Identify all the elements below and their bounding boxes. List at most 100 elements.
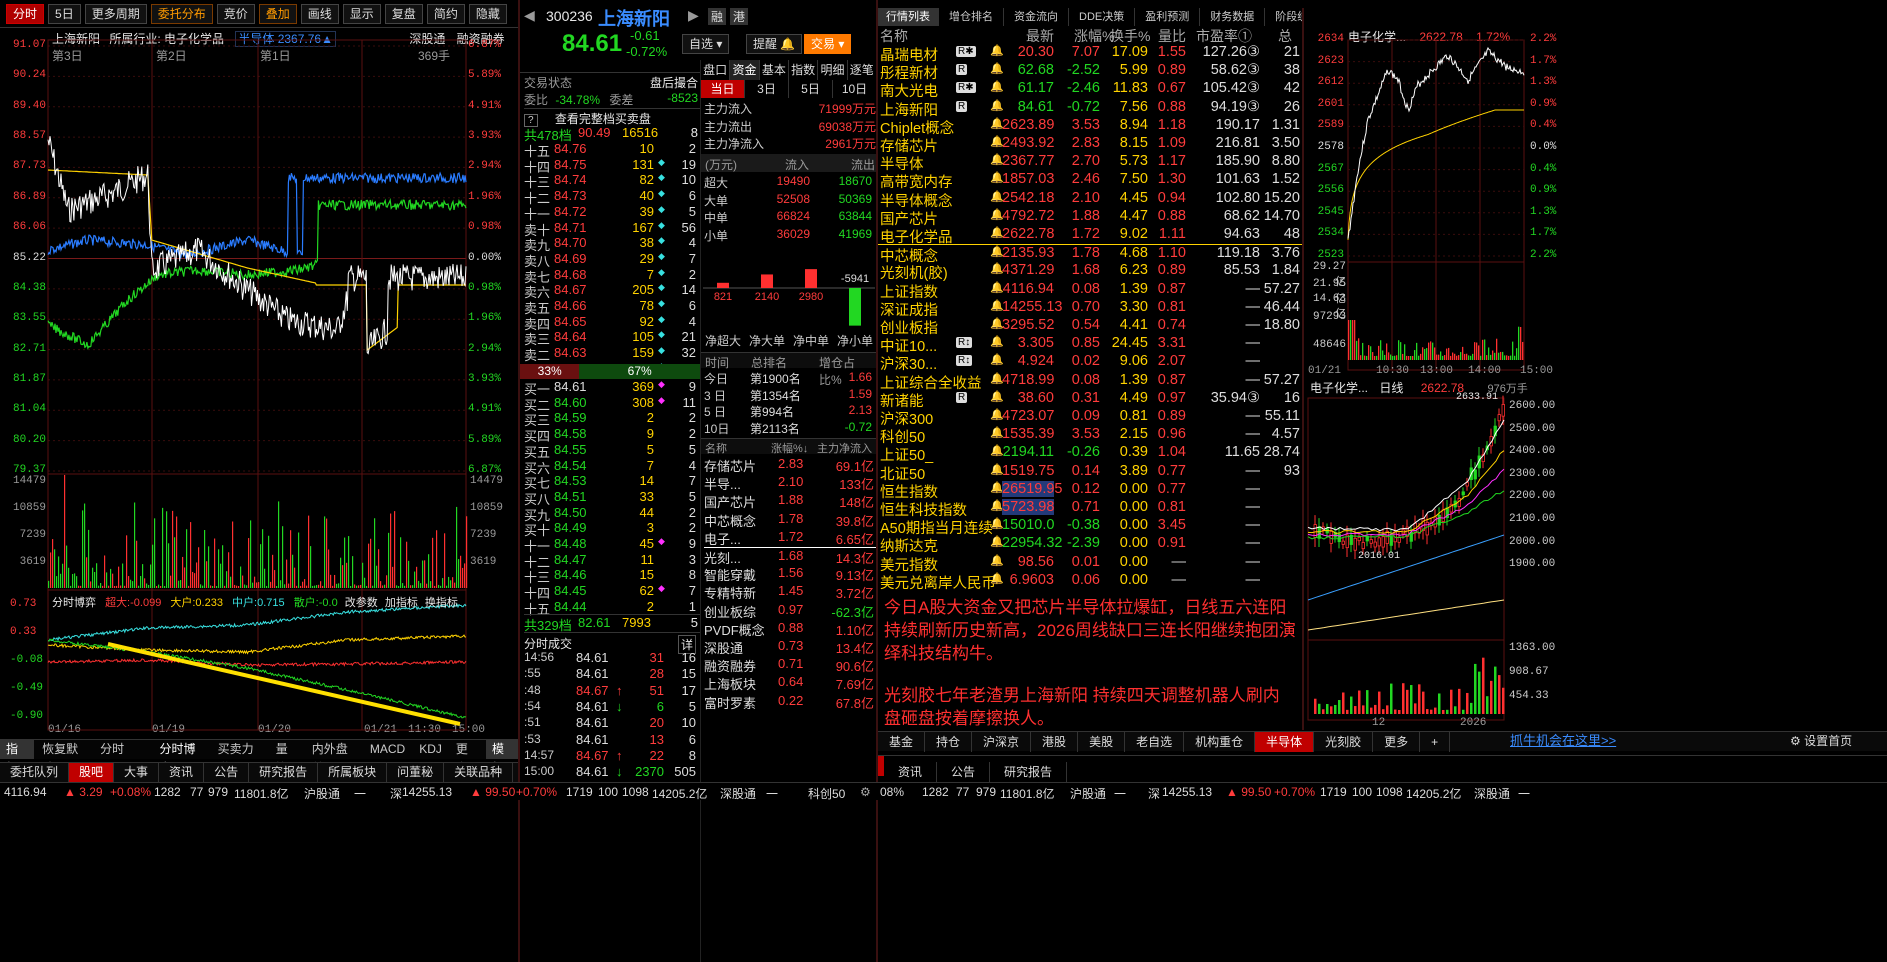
book-row[interactable]: 卖七 84.68 7 ◆ 2 [524,267,704,285]
table-row[interactable]: 中芯概念 🔔 2135.93 1.78 4.68 1.10 119.18 3.76 [878,244,1302,265]
sector-row[interactable]: 半导... 2.10 133亿 [704,474,876,493]
table-row[interactable]: 沪深300 🔔 4723.07 0.09 0.81 0.89—55.11 [878,408,1302,428]
right-bottom-tab[interactable]: 公告 [937,762,991,782]
right-tab[interactable]: 财务数据 [1200,8,1266,26]
book-row[interactable]: 卖三 84.64 105 ◆ 21 [524,329,704,347]
book-row[interactable]: 买四 84.58 9 2 [524,426,704,444]
table-row[interactable]: 恒生指数 🔔 26519.95 0.12 0.00 0.77— [878,480,1302,501]
table-head-cell[interactable]: 总 [1278,26,1292,46]
bottom-tab[interactable]: + [1420,732,1451,752]
book-row[interactable]: 卖五 84.66 78 ◆ 6 [524,298,704,316]
sector-row[interactable]: 深股通 0.73 13.4亿 [704,638,876,657]
book-row[interactable]: 买八 84.51 33 5 [524,489,704,507]
table-row[interactable]: 北证50 🔔 1519.75 0.14 3.89 0.77—93 [878,463,1302,483]
edit-params-link[interactable]: 改参数 [345,597,378,609]
left-bottom-tab[interactable]: 股吧 [69,763,115,782]
intraday-chart[interactable] [0,0,520,962]
book-row[interactable]: 十三 84.46 15 8 [524,567,704,585]
indicator-tab[interactable]: 分时DDX [94,740,151,775]
fund-tab[interactable]: 基本 [760,60,789,80]
fund-tab[interactable]: 资金 [730,60,760,80]
sector-row[interactable]: 光刻... 1.68 14.3亿 [704,547,876,567]
bottom-tab[interactable]: 老自选 [1125,732,1185,752]
bottom-tab[interactable]: 港股 [1031,732,1079,752]
fund-tab[interactable]: 盘口 [701,60,731,80]
table-row[interactable]: 美元指数 🔔 98.56 0.01 0.00— — [878,554,1302,574]
table-row[interactable]: 国产芯片 🔔 4792.72 1.88 4.47 0.88 68.62 14.70 [878,208,1302,228]
table-head-cell[interactable]: 名称 [880,26,908,46]
book-row[interactable]: 卖二 84.63 159 ◆ 32 [524,345,704,363]
bottom-tab[interactable]: 更多 [1373,732,1421,752]
indicator-name[interactable]: 分时博弈 [52,597,96,609]
table-row[interactable]: 上证综合全收益 🔔 4718.99 0.08 1.39 0.87—57.27 [878,372,1302,392]
table-row[interactable]: 沪深30... R↕ 🔔 4.924 0.02 9.06 2.07— [878,353,1302,373]
table-head-cell[interactable]: 换手% [1110,26,1150,46]
table-row[interactable]: 南大光电 R✱ 🔔 61.17 -2.46 11.83 0.67 105.42③ 42 [878,80,1302,100]
book-row[interactable]: 买六 84.54 7 4 [524,458,704,476]
sector-row[interactable]: 存储芯片 2.83 69.1亿 [704,456,876,475]
bottom-tab[interactable]: 基金 [878,732,926,752]
sector-row[interactable]: 富时罗素 0.22 67.8亿 [704,693,876,712]
fund-period-tab[interactable]: 当日 [701,80,745,98]
bottom-tab[interactable]: 半导体 [1255,732,1315,752]
table-row[interactable]: 新诸能 R 🔔 38.60 0.31 4.49 0.97 35.94③ 16 [878,390,1302,410]
table-row[interactable]: 上海新阳 R 🔔 84.61 -0.72 7.56 0.88 94.19③ 26 [878,99,1302,119]
settings-home[interactable]: ⚙ 设置首页 [1790,731,1852,751]
left-bottom-tab[interactable]: 委托队列 [0,763,70,782]
swap-indicator-link[interactable]: 换指标 [425,597,458,609]
sector-row[interactable]: 国产芯片 1.88 148亿 [704,492,876,511]
book-row[interactable]: 十四 84.45 62 ◆ 7 [524,583,704,601]
table-row[interactable]: 半导体概念 🔔 2542.18 2.10 4.45 0.94 102.80 15.20 [878,190,1302,210]
table-row[interactable]: 晶瑞电材 R✱ 🔔 20.30 7.07 17.09 1.55 127.26③ 21 [878,44,1302,64]
book-row[interactable]: 卖九 84.70 38 ◆ 4 [524,235,704,253]
bottom-tab[interactable]: 沪深京 [972,732,1032,752]
indicator-tab[interactable]: 更多 [450,740,484,775]
left-bottom-tab[interactable]: 大事 [114,763,160,782]
table-head-cell[interactable]: 最新 [1026,26,1054,46]
left-bottom-tab[interactable]: 资讯 [159,763,205,782]
table-row[interactable]: 彤程新材 R 🔔 62.68 -2.52 5.99 0.89 58.62③ 38 [878,62,1302,82]
book-row[interactable]: 买一 84.61 369 ◆ 9 [524,379,704,397]
next-stock-icon[interactable]: ▶ [688,7,699,24]
book-row[interactable]: 十二 84.47 11 3 [524,552,704,570]
sector-row[interactable]: 专精特新 1.45 3.72亿 [704,583,876,602]
indicator-tab[interactable]: KDJ [413,740,448,759]
book-row[interactable]: 十一 84.72 39 ◆ 5 [524,204,704,222]
book-row[interactable]: 十五 84.76 10 2 [524,141,704,159]
book-row[interactable]: 买三 84.59 2 2 [524,410,704,428]
indicator-tab[interactable]: 恢复默认 [36,740,92,775]
indicator-tab[interactable]: 指标 [0,740,35,775]
book-row[interactable]: 买二 84.60 308 ◆ 11 [524,395,704,413]
table-row[interactable]: A50期指当月连续 🔔 15010.0 -0.38 0.00 3.45— [878,517,1302,537]
table-row[interactable]: 中证10... R↕ 🔔 3.305 0.85 24.45 3.31— [878,335,1302,355]
indicator-tab[interactable]: 分时博弈 [154,740,210,775]
book-row[interactable]: 卖四 84.65 92 ◆ 4 [524,314,704,332]
table-row[interactable]: 纳斯达克 🔔 22954.32 -2.39 0.00 0.91— [878,535,1302,555]
indicator-tab[interactable]: 买卖力道 [212,740,268,775]
right-tab[interactable]: DDE决策 [1069,8,1136,26]
indicator-tab[interactable]: 内外盘差 [306,740,362,775]
trade-button[interactable]: 交易 ▾ [804,34,852,54]
fund-tab[interactable]: 逐笔 [848,60,877,80]
table-row[interactable]: 深证成指 🔔 14255.13 0.70 3.30 0.81—46.44 [878,299,1302,319]
book-row[interactable]: 买七 84.53 14 7 [524,473,704,491]
fund-tab[interactable]: 明细 [818,60,848,80]
add-indicator-link[interactable]: 加指标 [385,597,418,609]
table-row[interactable]: 电子化学品 🔔 2622.78 1.72 9.02 1.11 94.63 48 [878,226,1302,246]
prev-stock-icon[interactable]: ◀ [524,7,535,24]
bottom-tab[interactable]: 美股 [1078,732,1126,752]
table-row[interactable]: 科创50 🔔 1535.39 3.53 2.15 0.96—4.57 [878,426,1302,446]
indicator-tab[interactable]: 量比 [270,740,304,775]
fund-tab[interactable]: 指数 [789,60,819,80]
left-bottom-tab[interactable]: 所属板块 [318,763,388,782]
table-row[interactable]: 上证50_ 🔔 2194.11 -0.26 0.39 1.04 11.65 28.74 [878,444,1302,464]
table-row[interactable]: 创业板指 🔔 3295.52 0.54 4.41 0.74—18.80 [878,317,1302,337]
table-head-cell[interactable]: 涨幅% [1074,26,1114,46]
table-row[interactable]: Chiplet概念 🔔 2623.89 3.53 8.94 1.18 190.17 1.31 [878,117,1302,137]
table-row[interactable]: 半导体 🔔 2367.77 2.70 5.73 1.17 185.90 8.80 [878,153,1302,173]
promo-link[interactable]: 抓牛机会在这里>> [1510,731,1616,751]
sector-row[interactable]: 中芯概念 1.78 39.8亿 [704,511,876,530]
book-row[interactable]: 十一 84.48 45 ◆ 9 [524,536,704,554]
sector-row[interactable]: 融资融券 0.71 90.6亿 [704,656,876,675]
bottom-tab[interactable]: 机构重仓 [1184,732,1256,752]
